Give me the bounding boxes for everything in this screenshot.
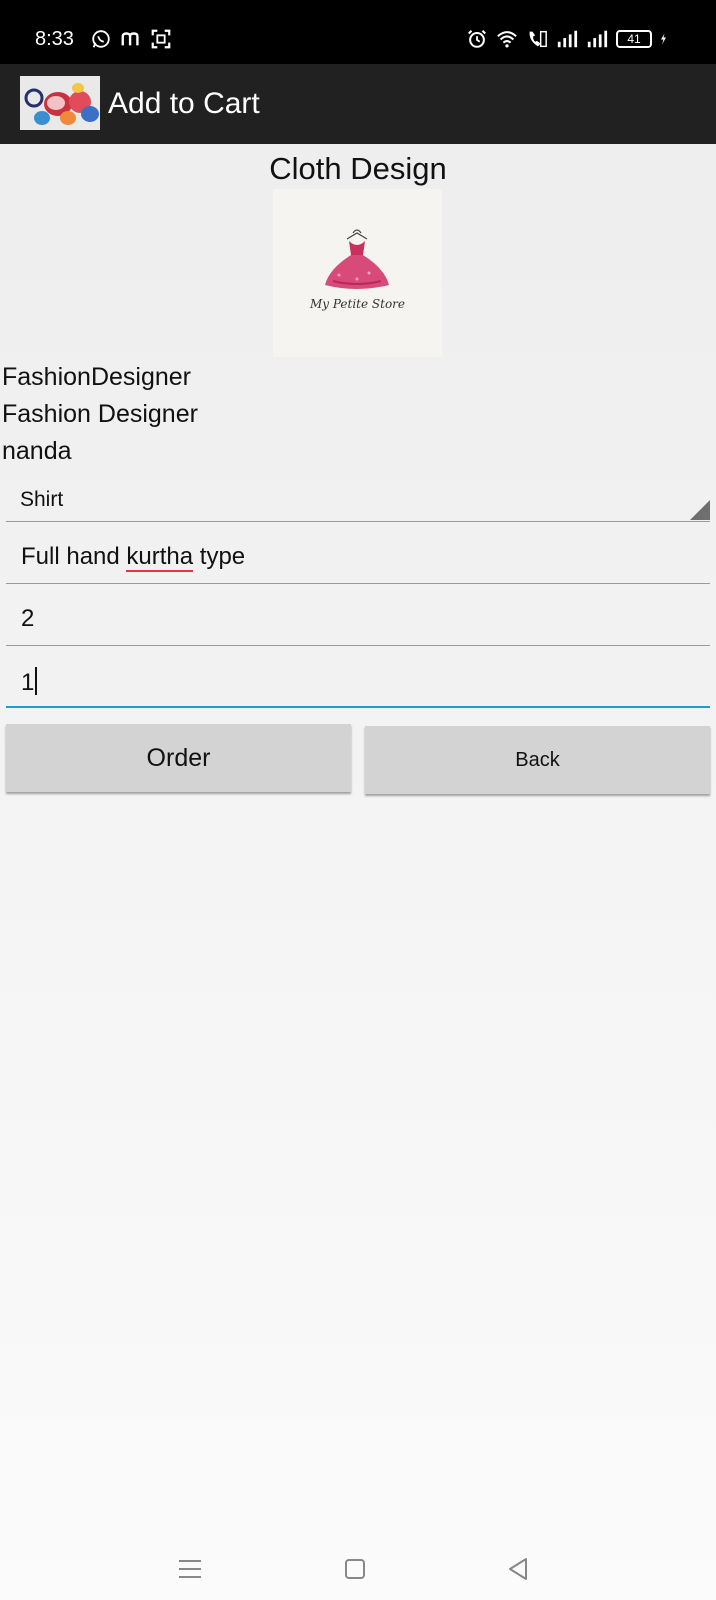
designer-name: nanda — [2, 437, 72, 465]
navigation-bar — [0, 1540, 716, 1600]
category-spinner[interactable]: Shirt — [6, 478, 710, 522]
status-right-icons: 41 — [466, 28, 672, 50]
whatsapp-icon — [92, 30, 110, 48]
charging-icon — [661, 33, 666, 45]
focus-icon — [151, 29, 171, 49]
store-logo-image: My Petite Store — [273, 189, 442, 357]
status-time: 8:33 — [35, 28, 74, 50]
order-button[interactable]: Order — [6, 724, 351, 792]
cloth-design-heading: Cloth Design — [269, 151, 447, 186]
second-field-value: 2 — [21, 605, 35, 632]
spinner-selected-value: Shirt — [20, 488, 64, 511]
misspelled-word: kurtha — [126, 543, 194, 572]
status-bar: 8:33 41 — [0, 0, 716, 64]
status-left-icons — [90, 28, 172, 50]
third-field-value: 1 — [21, 667, 38, 697]
home-icon[interactable] — [340, 1554, 370, 1584]
page-title: Add to Cart — [108, 87, 260, 120]
back-button[interactable]: Back — [365, 726, 710, 794]
menu-icon[interactable] — [175, 1554, 205, 1584]
clothes-app-icon — [20, 76, 100, 130]
dress-icon — [273, 189, 442, 357]
back-icon[interactable] — [504, 1554, 534, 1584]
action-bar: Add to Cart — [0, 64, 716, 144]
description-text-suffix: type — [193, 543, 246, 570]
dropdown-triangle-icon — [690, 500, 710, 520]
designer-id: FashionDesigner — [2, 363, 191, 391]
m-app-icon — [121, 32, 139, 46]
signal-icon — [587, 30, 608, 48]
wifi-icon — [497, 31, 517, 48]
app-logo-graphic — [20, 76, 100, 130]
battery-icon: 41 — [616, 30, 652, 48]
designer-type: Fashion Designer — [2, 400, 198, 428]
third-field[interactable]: 1 — [6, 658, 710, 708]
second-field[interactable]: 2 — [6, 596, 710, 646]
text-caret — [35, 667, 38, 695]
logo-text: My Petite Store — [309, 297, 406, 311]
description-field[interactable]: Full hand kurtha type — [6, 534, 710, 584]
third-field-text: 1 — [21, 669, 35, 696]
alarm-icon — [468, 30, 486, 48]
description-field-value: Full hand kurtha type — [21, 543, 246, 572]
volte-call-icon — [529, 30, 547, 48]
description-text-prefix: Full hand — [21, 543, 127, 570]
battery-level: 41 — [627, 32, 641, 46]
signal-icon — [557, 30, 578, 48]
